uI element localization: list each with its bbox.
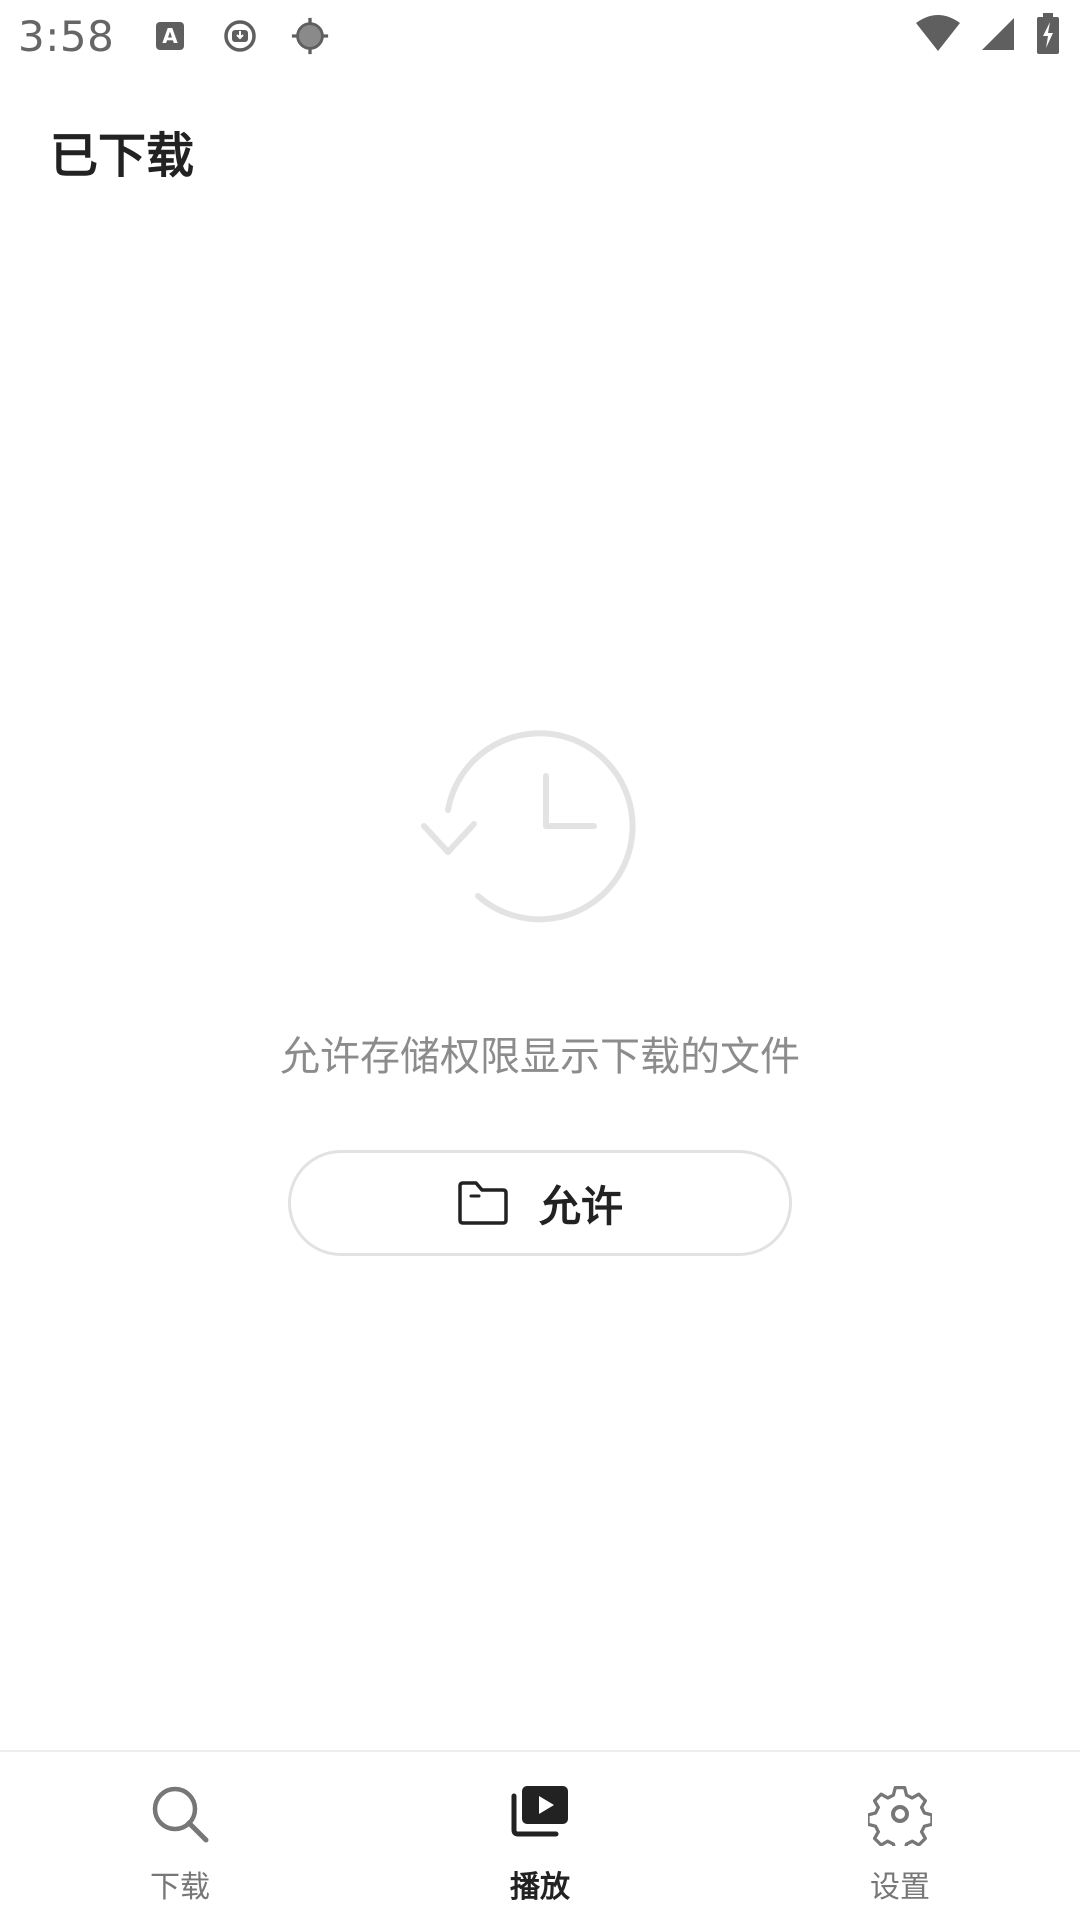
wifi-icon bbox=[914, 12, 962, 56]
nav-item-settings[interactable]: 设置 bbox=[720, 1752, 1080, 1920]
signal-icon bbox=[978, 12, 1018, 56]
target-icon bbox=[290, 14, 330, 58]
page-title: 已下载 bbox=[50, 128, 195, 184]
bottom-navigation: 下载 播放 设置 bbox=[0, 1750, 1080, 1920]
nav-item-download[interactable]: 下载 bbox=[0, 1752, 360, 1920]
status-time: 3:58 bbox=[18, 11, 115, 61]
svg-text:A: A bbox=[163, 24, 179, 48]
nav-item-play[interactable]: 播放 bbox=[360, 1752, 720, 1920]
folder-icon bbox=[457, 1180, 509, 1226]
download-circle-icon bbox=[220, 14, 260, 58]
search-icon bbox=[148, 1782, 212, 1846]
allow-button-label: 允许 bbox=[538, 1181, 623, 1231]
nav-label-settings: 设置 bbox=[870, 1870, 930, 1905]
a-box-icon: A bbox=[150, 14, 190, 58]
allow-permission-button[interactable]: 允许 bbox=[288, 1150, 792, 1256]
status-left-icons: A bbox=[150, 14, 330, 58]
history-clock-icon bbox=[418, 726, 648, 926]
status-bar: 3:58 A bbox=[0, 0, 1080, 72]
status-right-icons bbox=[914, 12, 1062, 56]
screen: 3:58 A 已下载 允许存储权限显示下载的文件 允许 下载 播放 设置 bbox=[0, 0, 1080, 1920]
gear-icon bbox=[868, 1782, 932, 1846]
play-library-icon bbox=[508, 1782, 572, 1846]
empty-state-message: 允许存储权限显示下载的文件 bbox=[280, 1034, 800, 1080]
battery-charging-icon bbox=[1034, 12, 1062, 56]
nav-label-play: 播放 bbox=[510, 1870, 570, 1905]
nav-label-download: 下载 bbox=[150, 1870, 210, 1905]
